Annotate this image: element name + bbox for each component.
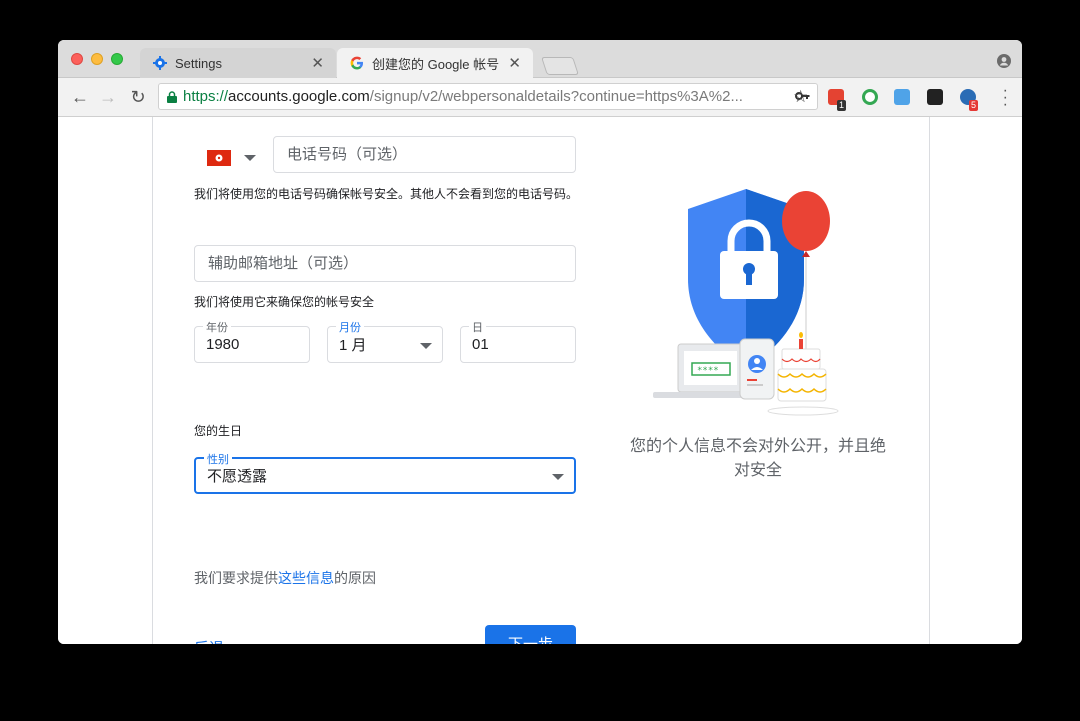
close-window-button[interactable]: [71, 53, 83, 65]
back-arrow-icon[interactable]: ←: [70, 87, 90, 107]
why-info-text: 我们要求提供这些信息的原因: [194, 568, 376, 588]
profile-icon[interactable]: [997, 54, 1011, 68]
browser-toolbar: ← → ↻ https://accounts.google.com/signup…: [58, 78, 1022, 117]
new-tab-button[interactable]: [541, 57, 579, 75]
back-link[interactable]: 后退: [194, 637, 224, 644]
chevron-down-icon: [420, 342, 432, 349]
gender-value: 不愿透露: [207, 468, 268, 485]
title-bar: Settings ✕ 创建您的 Google 帐号 ✕: [58, 40, 1022, 78]
year-value: 1980: [206, 336, 240, 353]
address-bar[interactable]: https://accounts.google.com/signup/v2/we…: [158, 83, 818, 110]
day-input[interactable]: 日 01: [460, 319, 576, 363]
chevron-down-icon: [552, 473, 564, 480]
phone-helper-text: 我们将使用您的电话号码确保帐号安全。其他人不会看到您的电话号码。: [194, 187, 579, 201]
phone-field[interactable]: [285, 145, 575, 164]
close-tab-icon[interactable]: ✕: [508, 54, 521, 72]
year-label: 年份: [203, 319, 231, 335]
trello-icon[interactable]: [927, 89, 943, 105]
tab-settings[interactable]: Settings ✕: [140, 48, 336, 78]
chevron-down-icon[interactable]: [244, 155, 256, 161]
privacy-caption: 您的个人信息不会对外公开，并且绝对安全: [629, 438, 886, 479]
these-info-link[interactable]: 这些信息: [278, 570, 334, 586]
svg-text:****: ****: [697, 366, 719, 376]
url-host: accounts.google.com: [228, 88, 370, 105]
cake-icon: [767, 332, 839, 416]
page-content: 我们将使用您的电话号码确保帐号安全。其他人不会看到您的电话号码。 我们将使用它来…: [58, 117, 1022, 644]
security-illustration: ****: [653, 189, 839, 416]
day-value: 01: [472, 336, 489, 353]
extension-badge: 1: [837, 100, 847, 111]
hong-kong-flag-icon[interactable]: [207, 150, 231, 166]
month-select[interactable]: 月份 1 月: [327, 319, 443, 363]
recovery-email-field[interactable]: [206, 254, 575, 273]
minimize-window-button[interactable]: [91, 53, 103, 65]
tab-title: Settings: [175, 55, 222, 71]
recovery-email-helper-text: 我们将使用它来确保您的帐号安全: [194, 295, 375, 309]
day-label: 日: [469, 319, 486, 335]
maximize-window-button[interactable]: [111, 53, 123, 65]
tab-title: 创建您的 Google 帐号: [372, 56, 500, 72]
recovery-email-input[interactable]: [194, 245, 576, 282]
v-extension-icon[interactable]: [894, 89, 910, 105]
url-scheme: https://: [183, 88, 229, 105]
extension-badge: 5: [969, 100, 979, 111]
month-label: 月份: [336, 319, 364, 335]
lock-icon: [167, 90, 177, 103]
chrome-green-icon[interactable]: [862, 89, 878, 105]
gender-select[interactable]: 性别 不愿透露: [194, 451, 576, 494]
why-suffix: 的原因: [334, 570, 376, 586]
phone-input[interactable]: [273, 136, 576, 173]
forward-arrow-icon[interactable]: →: [98, 87, 118, 107]
tab-create-account[interactable]: 创建您的 Google 帐号 ✕: [337, 48, 533, 78]
google-g-icon: [349, 55, 365, 71]
birthday-helper-text: 您的生日: [194, 424, 243, 438]
browser-window: Settings ✕ 创建您的 Google 帐号 ✕ ← → ↻ https:…: [58, 40, 1022, 644]
close-tab-icon[interactable]: ✕: [311, 54, 324, 72]
phone-icon: [739, 338, 775, 400]
reload-icon[interactable]: ↻: [128, 87, 148, 107]
year-input[interactable]: 年份 1980: [194, 319, 310, 363]
gear-icon: [152, 55, 168, 71]
menu-icon[interactable]: · · ·: [1003, 83, 1008, 113]
bookmark-star-icon[interactable]: ☆: [793, 87, 808, 107]
month-value: 1 月: [339, 337, 367, 354]
why-prefix: 我们要求提供: [194, 570, 278, 586]
url-path: /signup/v2/webpersonaldetails?continue=h…: [369, 88, 743, 105]
next-button[interactable]: 下一步: [485, 625, 576, 644]
gender-label: 性别: [204, 451, 232, 467]
